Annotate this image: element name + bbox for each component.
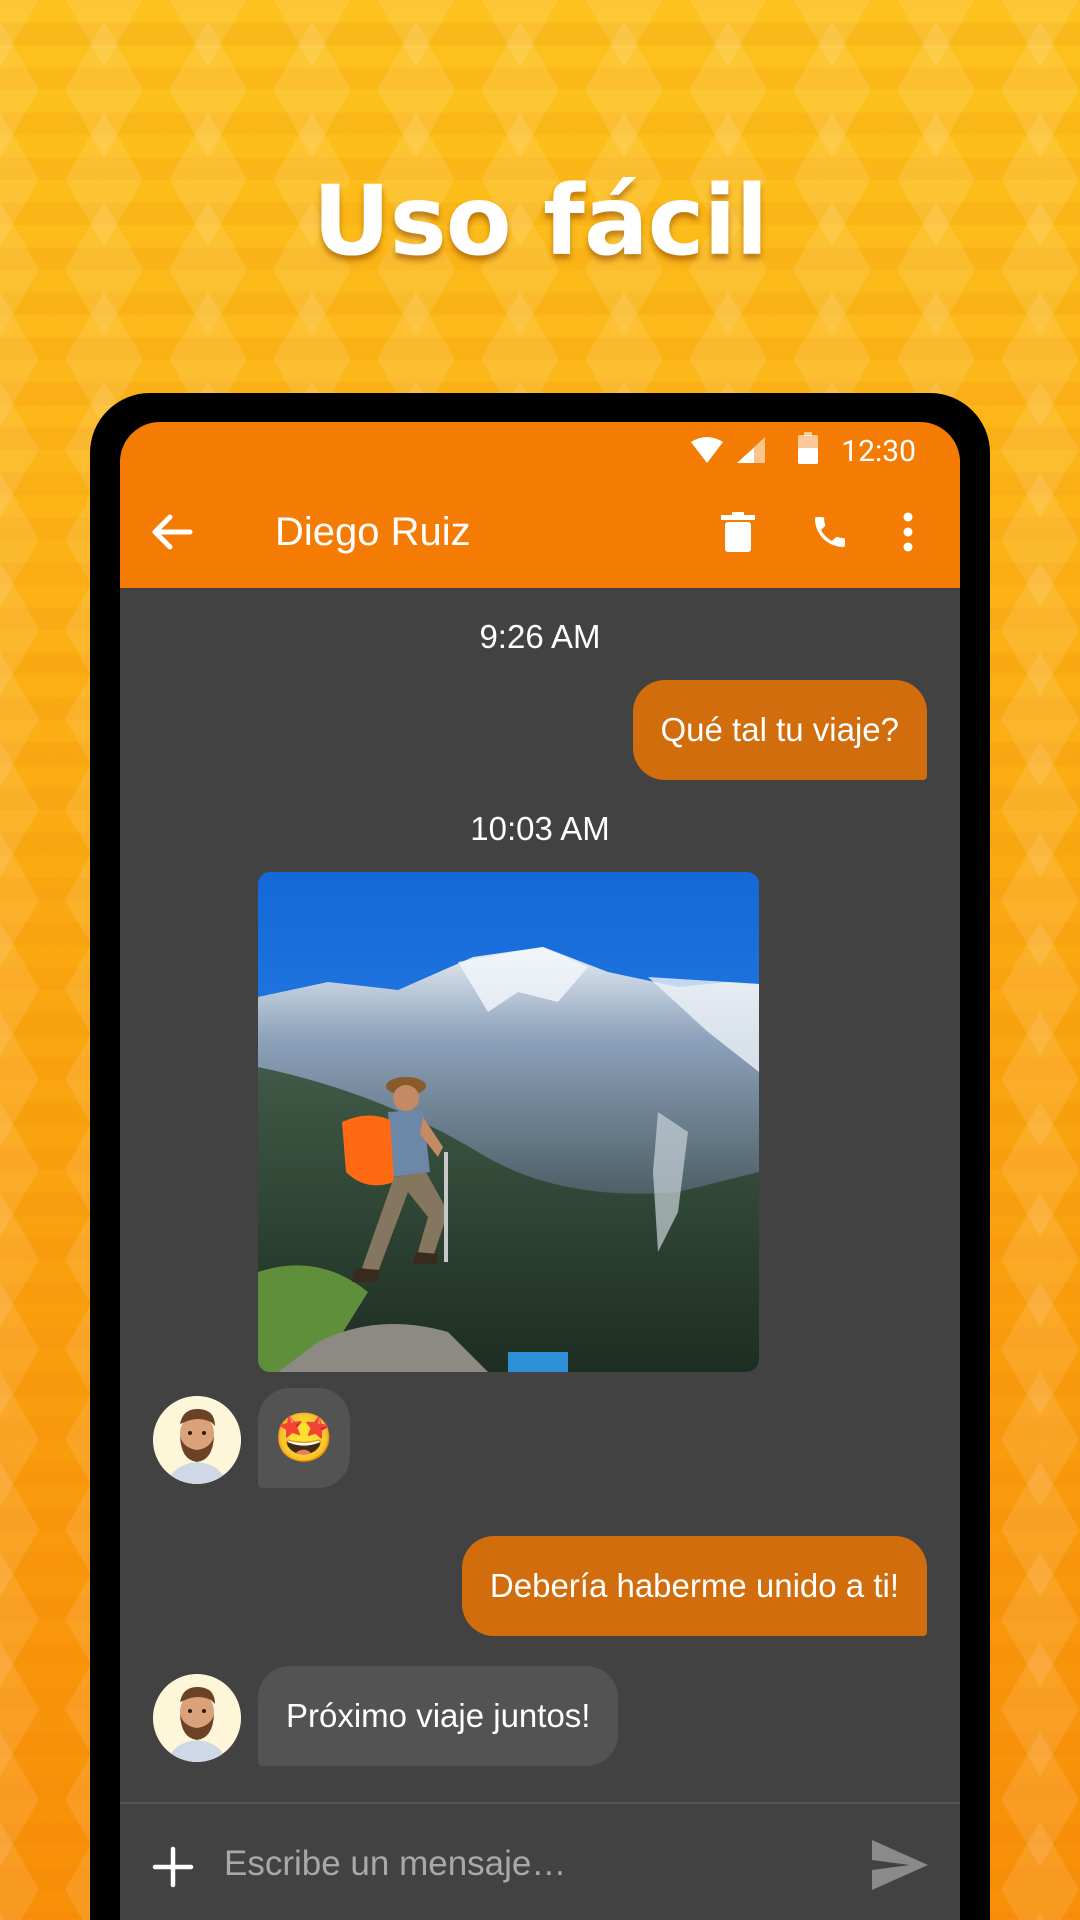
add-icon[interactable]: [150, 1844, 196, 1890]
status-time: 12:30: [841, 434, 916, 469]
status-bar: 12:30: [120, 422, 960, 476]
message-composer: [120, 1802, 960, 1920]
avatar-image: [153, 1396, 241, 1484]
trash-icon: [721, 512, 755, 552]
headline: Uso fácil: [312, 165, 769, 277]
send-icon[interactable]: [870, 1838, 930, 1892]
wifi-icon: [691, 437, 723, 463]
message-timestamp: 10:03 AM: [470, 810, 610, 847]
delete-button[interactable]: [712, 506, 764, 558]
battery-icon: [798, 432, 818, 464]
toolbar: Diego Ruiz: [120, 476, 960, 588]
more-vert-icon: [903, 512, 913, 552]
contact-avatar[interactable]: [153, 1674, 241, 1762]
signal-icon: [737, 437, 765, 463]
phone-icon: [815, 517, 845, 547]
more-options-button[interactable]: [882, 506, 934, 558]
contact-name[interactable]: Diego Ruiz: [275, 510, 471, 555]
message-timestamp: 9:26 AM: [479, 618, 601, 655]
outgoing-message[interactable]: Debería haberme unido a ti!: [461, 1536, 927, 1636]
avatar-image: [153, 1674, 241, 1762]
back-arrow-icon[interactable]: [146, 506, 198, 558]
app-bar: 12:30 Diego Ruiz: [120, 422, 960, 588]
outgoing-message[interactable]: Qué tal tu viaje?: [632, 680, 927, 780]
mountain-hiker-photo: [258, 872, 759, 1372]
phone-screen: 12:30 Diego Ruiz 9:26 AM Qué tal tu viaj…: [120, 422, 960, 1920]
message-input[interactable]: [224, 1834, 804, 1894]
image-attachment[interactable]: [258, 872, 759, 1372]
call-button[interactable]: [804, 506, 856, 558]
incoming-message[interactable]: Próximo viaje juntos!: [258, 1666, 619, 1766]
incoming-emoji-message[interactable]: 🤩: [258, 1388, 350, 1488]
message-list[interactable]: 9:26 AM Qué tal tu viaje? 10:03 AM 🤩 Deb…: [120, 588, 960, 1790]
contact-avatar[interactable]: [153, 1396, 241, 1484]
